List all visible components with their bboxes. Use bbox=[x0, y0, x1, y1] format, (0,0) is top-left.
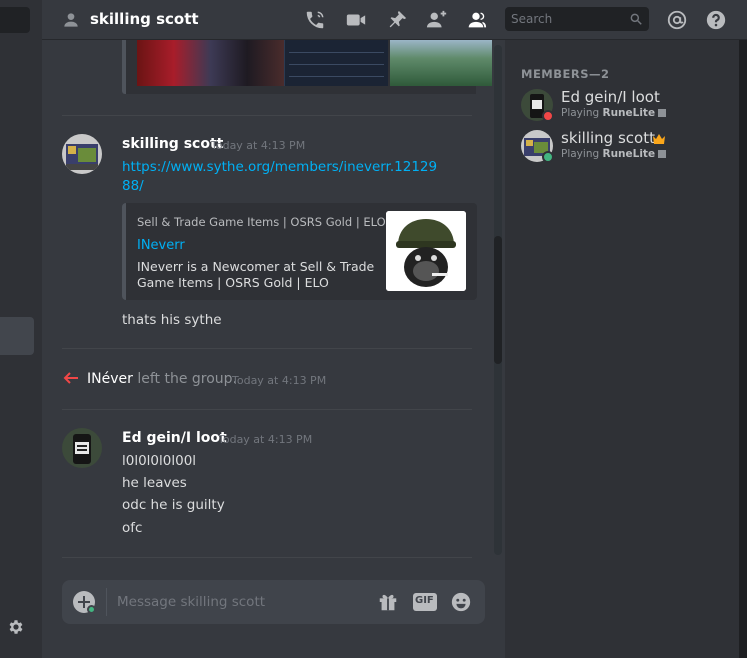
channel-title: skilling scott bbox=[90, 10, 199, 28]
message-text: odc he is guilty bbox=[122, 497, 225, 513]
leave-arrow-icon bbox=[63, 372, 78, 384]
upload-status-dot bbox=[87, 605, 96, 614]
message-text: ofc bbox=[122, 520, 143, 536]
rich-presence-icon bbox=[658, 150, 667, 158]
embed-provider: Sell & Trade Game Items | OSRS Gold | EL… bbox=[137, 215, 386, 229]
sidebar-selected-item[interactable] bbox=[0, 317, 34, 355]
channel-header: skilling scott Search bbox=[42, 0, 747, 40]
message-divider bbox=[62, 115, 472, 116]
member-item[interactable]: Ed gein/I loot Playing RuneLite bbox=[521, 88, 741, 129]
pin-icon[interactable] bbox=[386, 9, 408, 31]
message-divider bbox=[62, 557, 472, 558]
avatar[interactable] bbox=[62, 428, 102, 468]
crown-icon bbox=[653, 134, 665, 144]
emoji-icon[interactable] bbox=[450, 591, 472, 613]
system-action: left the group. bbox=[137, 371, 237, 387]
system-user[interactable]: INéver bbox=[87, 371, 133, 387]
system-timestamp: Today at 4:13 PM bbox=[232, 374, 327, 387]
embed-thumbnail[interactable] bbox=[386, 211, 466, 291]
embed-description: INeverr is a Newcomer at Sell & Trade Ga… bbox=[137, 259, 375, 290]
members-header: MEMBERS—2 bbox=[521, 67, 610, 81]
embed-image[interactable] bbox=[390, 40, 492, 86]
message-author[interactable]: Ed gein/I loot bbox=[122, 430, 227, 446]
avatar[interactable] bbox=[62, 134, 102, 174]
message-timestamp: Today at 4:13 PM bbox=[218, 433, 313, 446]
settings-icon[interactable] bbox=[7, 618, 25, 636]
message-placeholder: Message skilling scott bbox=[117, 594, 266, 610]
embed-image[interactable] bbox=[137, 40, 284, 86]
online-status-icon bbox=[542, 151, 554, 163]
members-sidebar: MEMBERS—2 Ed gein/I loot Playing RuneLit… bbox=[505, 40, 747, 658]
embed-image[interactable] bbox=[284, 40, 388, 86]
help-icon[interactable] bbox=[705, 9, 727, 31]
member-name: Ed gein/I loot bbox=[561, 88, 660, 106]
scrollbar-thumb[interactable] bbox=[494, 236, 502, 364]
call-icon[interactable] bbox=[304, 9, 326, 31]
message-divider bbox=[62, 409, 472, 410]
member-activity: Playing RuneLite bbox=[561, 148, 667, 160]
message-input[interactable]: Message skilling scott GIF bbox=[62, 580, 485, 624]
search-input[interactable]: Search bbox=[505, 7, 649, 31]
mention-icon[interactable] bbox=[666, 9, 688, 31]
link-embed: Sell & Trade Game Items | OSRS Gold | EL… bbox=[122, 203, 477, 300]
message-author[interactable]: skilling scott bbox=[122, 136, 223, 152]
member-name: skilling scott bbox=[561, 129, 655, 147]
search-placeholder: Search bbox=[511, 12, 553, 26]
message-text: thats his sythe bbox=[122, 312, 222, 328]
dm-user-icon bbox=[64, 13, 78, 27]
add-friend-icon[interactable] bbox=[426, 9, 448, 31]
rich-presence-icon bbox=[658, 109, 667, 117]
gif-label: GIF bbox=[415, 595, 434, 606]
embed-title-link[interactable]: INeverr bbox=[137, 238, 185, 253]
chat-area bbox=[42, 0, 505, 658]
input-separator bbox=[106, 588, 107, 616]
message-timestamp: Today at 4:13 PM bbox=[211, 139, 306, 152]
message-text: he leaves bbox=[122, 475, 187, 491]
message-divider bbox=[62, 348, 472, 349]
search-icon bbox=[630, 13, 642, 25]
window-edge bbox=[739, 40, 747, 658]
video-icon[interactable] bbox=[345, 9, 367, 31]
gif-icon[interactable]: GIF bbox=[413, 593, 437, 611]
system-message: INéver left the group. bbox=[87, 371, 237, 387]
message-link[interactable]: https://www.sythe.org/members/ineverr.12… bbox=[122, 158, 442, 196]
sidebar-top-item[interactable] bbox=[0, 7, 30, 33]
member-item[interactable]: skilling scott Playing RuneLite bbox=[521, 129, 741, 170]
members-icon[interactable] bbox=[465, 9, 487, 31]
member-activity: Playing RuneLite bbox=[561, 107, 667, 119]
gift-icon[interactable] bbox=[377, 591, 399, 613]
message-text: l0l0l0l0l00l bbox=[122, 453, 197, 469]
dnd-status-icon bbox=[542, 110, 554, 122]
server-sidebar bbox=[0, 0, 42, 658]
